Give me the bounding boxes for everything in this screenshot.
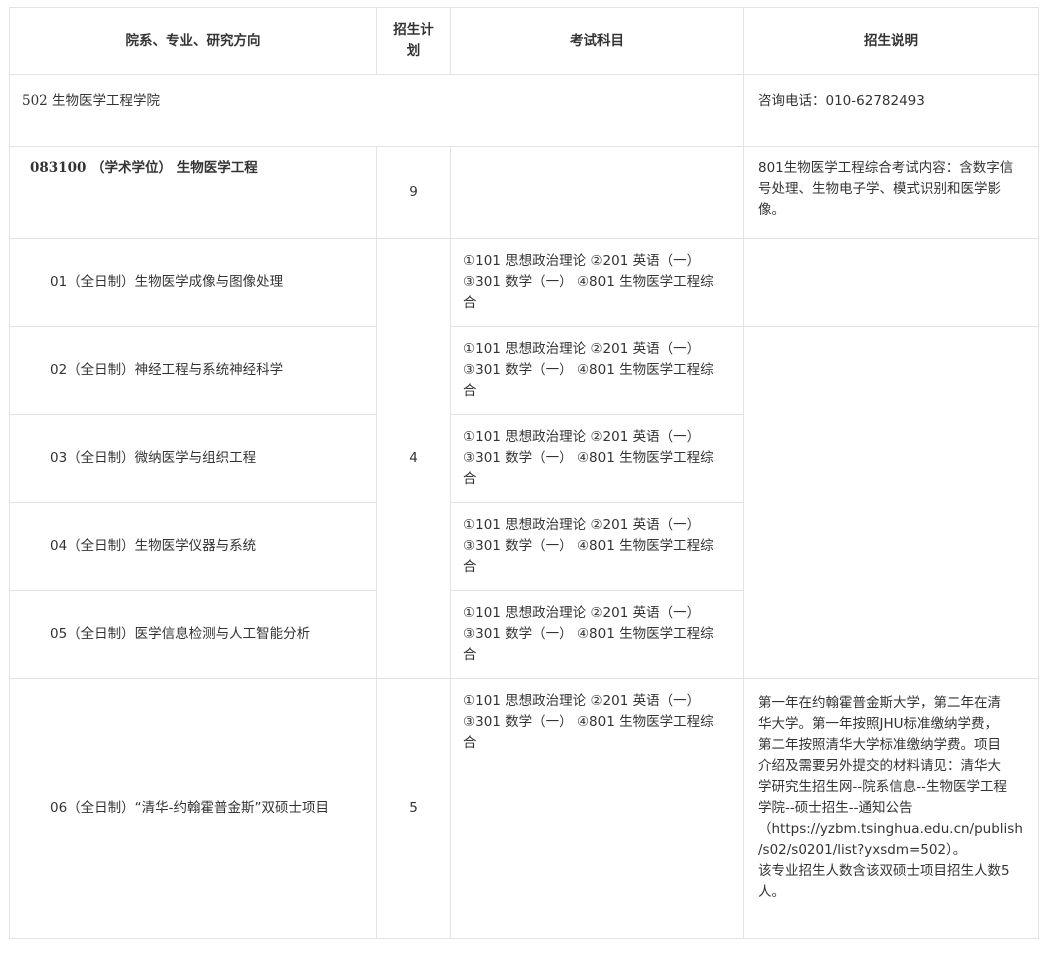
department-row: 502 生物医学工程学院 咨询电话：010-62782493	[9, 74, 1039, 147]
note-line: 该专业招生人数含该双硕士项目招生人数5	[758, 863, 1010, 879]
direction-name: 06（全日制）“清华-约翰霍普金斯”双硕士项目	[9, 678, 377, 939]
admissions-table: 院系、专业、研究方向 招生计 划 考试科目 招生说明 502 生物医学工程学院 …	[9, 7, 1039, 939]
header-department: 院系、专业、研究方向	[9, 7, 377, 75]
note-line: 第二年按照清华大学标准缴纳学费。项目	[758, 737, 1001, 753]
direction-exam: ①101 思想政治理论 ②201 英语（一） ③301 数学（一） ④801 生…	[450, 678, 744, 939]
exam-line: 合	[463, 735, 477, 751]
header-quota-line2: 划	[406, 43, 421, 59]
direction-name: 03（全日制）微纳医学与组织工程	[9, 414, 377, 503]
exam-line: ①101 思想政治理论 ②201 英语（一）	[463, 605, 701, 621]
note-line: 学研究生招生网--院系信息--生物医学工程	[758, 779, 1007, 795]
header-exam: 考试科目	[450, 7, 744, 75]
department-contact: 咨询电话：010-62782493	[743, 74, 1039, 147]
exam-line: ③301 数学（一） ④801 生物医学工程综	[463, 362, 714, 378]
header-notes: 招生说明	[743, 7, 1039, 75]
exam-line: ③301 数学（一） ④801 生物医学工程综	[463, 538, 714, 554]
note-line: （https://yzbm.tsinghua.edu.cn/publish	[758, 821, 1023, 837]
note-line: 华大学。第一年按照JHU标准缴纳学费，	[758, 716, 999, 732]
note-line: 第一年在约翰霍普金斯大学，第二年在清	[758, 695, 1001, 711]
direction-note-empty	[743, 238, 1039, 327]
direction-row: 02（全日制）神经工程与系统神经科学 ①101 思想政治理论 ②201 英语（一…	[9, 326, 1039, 679]
direction-name: 05（全日制）医学信息检测与人工智能分析	[9, 590, 377, 679]
direction-name: 02（全日制）神经工程与系统神经科学	[9, 326, 377, 415]
direction-note-empty	[743, 326, 1039, 679]
exam-line: 合	[463, 383, 477, 399]
direction-name: 01（全日制）生物医学成像与图像处理	[9, 238, 377, 327]
direction-row: 01（全日制）生物医学成像与图像处理 4 ①101 思想政治理论 ②201 英语…	[9, 238, 1039, 679]
exam-line: ③301 数学（一） ④801 生物医学工程综	[463, 714, 714, 730]
direction-exam: ①101 思想政治理论 ②201 英语（一） ③301 数学（一） ④801 生…	[450, 590, 744, 679]
major-quota: 9	[376, 146, 451, 239]
note-line: 介绍及需要另外提交的材料请见：清华大	[758, 758, 1001, 774]
exam-line: ③301 数学（一） ④801 生物医学工程综	[463, 274, 714, 290]
direction-exam: ①101 思想政治理论 ②201 英语（一） ③301 数学（一） ④801 生…	[450, 414, 744, 503]
header-quota-line1: 招生计	[393, 22, 434, 38]
exam-line: ①101 思想政治理论 ②201 英语（一）	[463, 341, 701, 357]
exam-line: ①101 思想政治理论 ②201 英语（一）	[463, 517, 701, 533]
direction-exam: ①101 思想政治理论 ②201 英语（一） ③301 数学（一） ④801 生…	[450, 326, 744, 415]
direction-exam: ①101 思想政治理论 ②201 英语（一） ③301 数学（一） ④801 生…	[450, 238, 744, 327]
exam-line: ③301 数学（一） ④801 生物医学工程综	[463, 626, 714, 642]
note-line: 人。	[758, 884, 785, 900]
direction-name: 04（全日制）生物医学仪器与系统	[9, 502, 377, 591]
department-name: 502 生物医学工程学院	[9, 74, 744, 147]
exam-line: 合	[463, 471, 477, 487]
major-exam-empty	[450, 146, 744, 239]
exam-line: ①101 思想政治理论 ②201 英语（一）	[463, 429, 701, 445]
direction-quota-01-05: 4	[376, 238, 451, 679]
header-quota: 招生计 划	[376, 7, 451, 75]
note-line: /s02/s0201/list?yxsdm=502）。	[758, 842, 967, 858]
direction-row: 06（全日制）“清华-约翰霍普金斯”双硕士项目 5 ①101 思想政治理论 ②2…	[9, 678, 1039, 939]
exam-line: ①101 思想政治理论 ②201 英语（一）	[463, 693, 701, 709]
exam-line: 合	[463, 559, 477, 575]
exam-line: ③301 数学（一） ④801 生物医学工程综	[463, 450, 714, 466]
direction-exam: ①101 思想政治理论 ②201 英语（一） ③301 数学（一） ④801 生…	[450, 502, 744, 591]
direction-quota-06: 5	[376, 678, 451, 939]
major-note: 801生物医学工程综合考试内容：含数字信号处理、生物电子学、模式识别和医学影像。	[743, 146, 1039, 239]
header-row: 院系、专业、研究方向 招生计 划 考试科目 招生说明	[9, 7, 1039, 75]
major-name: 083100 （学术学位） 生物医学工程	[9, 146, 377, 239]
exam-line: 合	[463, 647, 477, 663]
direction-06-note: 第一年在约翰霍普金斯大学，第二年在清 华大学。第一年按照JHU标准缴纳学费， 第…	[743, 678, 1039, 939]
note-line: 学院--硕士招生--通知公告	[758, 800, 913, 816]
exam-line: ①101 思想政治理论 ②201 英语（一）	[463, 253, 701, 269]
major-row: 083100 （学术学位） 生物医学工程 9 801生物医学工程综合考试内容：含…	[9, 146, 1039, 239]
exam-line: 合	[463, 295, 477, 311]
